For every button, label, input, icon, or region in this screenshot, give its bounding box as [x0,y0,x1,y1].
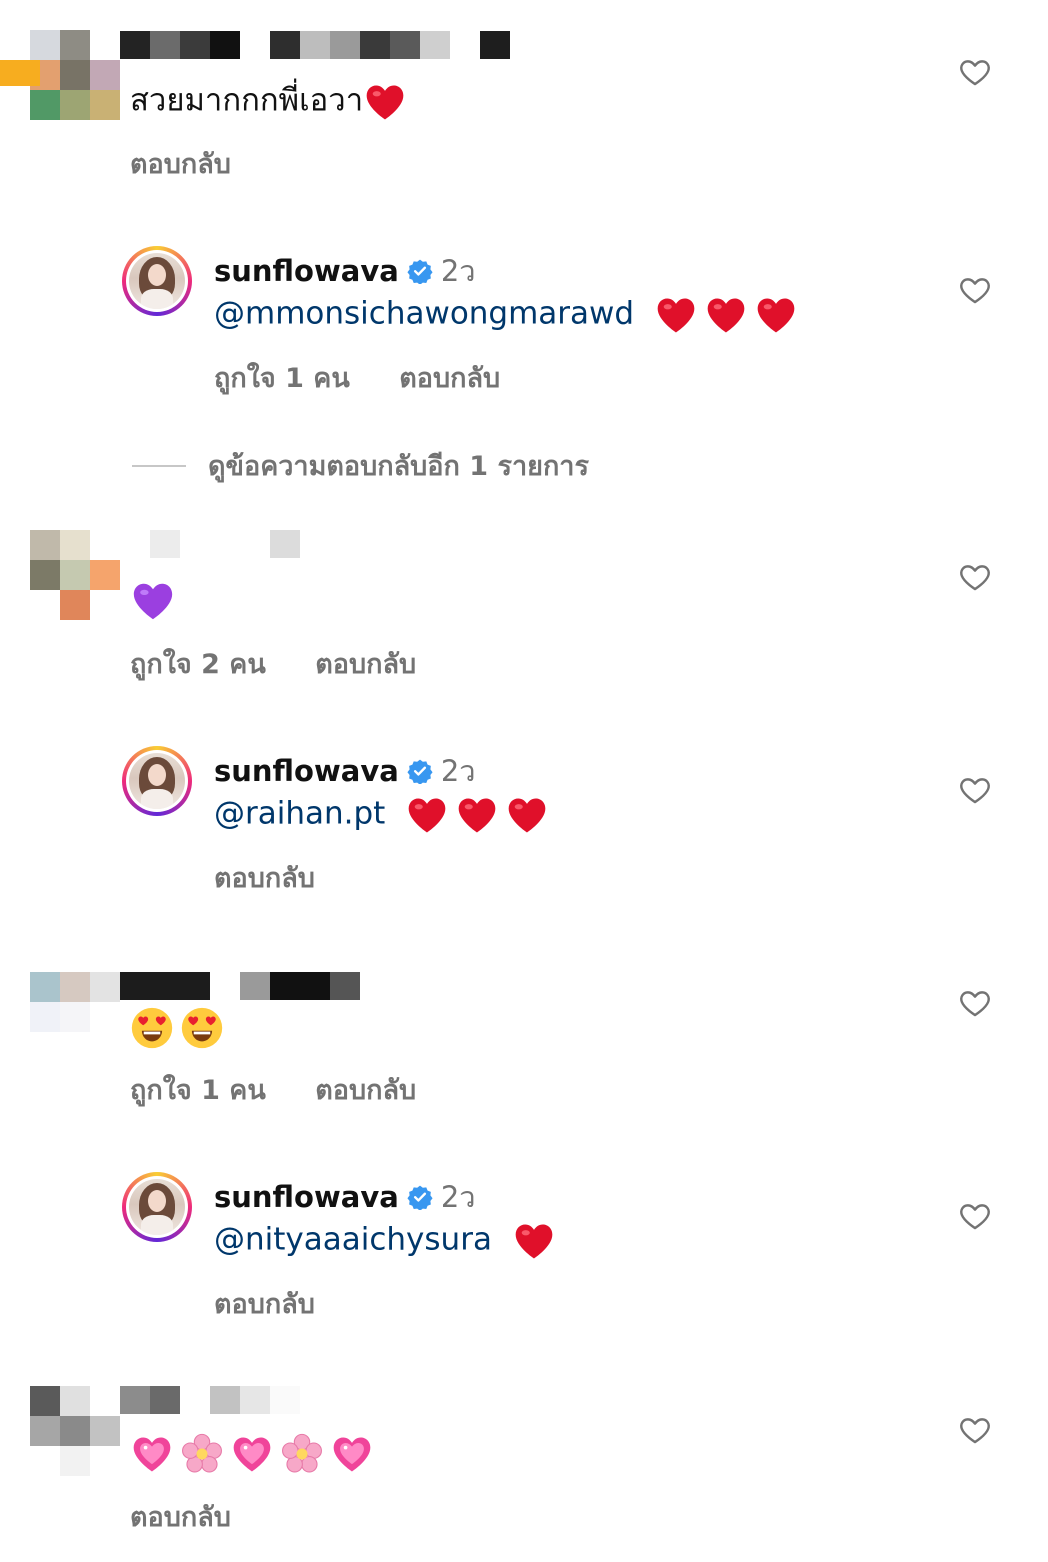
red-heart-emoji [505,793,549,837]
heart-eyes-emoji [180,1006,224,1050]
reply-avatar[interactable] [122,1172,192,1242]
red-heart-emoji [363,80,407,124]
purple-heart-emoji [130,578,176,624]
reply-button[interactable]: ตอบกลับ [315,649,416,680]
reply-button[interactable]: ตอบกลับ [214,863,315,894]
comment-meta: ถูกใจ 1 คน ตอบกลับ [130,1068,456,1111]
comment-text-body: สวยมากกกพี่เอวา [130,82,364,119]
reply-time: 2ว [440,754,476,788]
red-heart-emoji [704,293,748,337]
reply-button[interactable]: ตอบกลับ [214,1289,315,1320]
reply-text: @raihan.pt [214,793,555,837]
story-ring-fragment [0,60,40,86]
divider-line [132,464,186,467]
red-heart-emoji [754,293,798,337]
reply-button[interactable]: ตอบกลับ [130,1502,231,1533]
cherry-blossom-emoji [180,1432,224,1476]
comment-meta: ถูกใจ 2 คน ตอบกลับ [130,642,456,685]
red-heart-emoji [512,1219,556,1263]
reply-button[interactable]: ตอบกลับ [130,149,231,180]
reply-time: 2ว [440,1180,476,1214]
mention-link[interactable]: @nityaaaichysura [214,1222,492,1258]
reply-avatar[interactable] [122,746,192,816]
view-more-replies[interactable]: ดูข้อความตอบกลับอีก 1 รายการ [132,444,589,487]
reply-text: @mmonsichawongmarawd [214,293,804,337]
like-heart-icon[interactable] [958,1413,992,1447]
reply-meta: ถูกใจ 1 คน ตอบกลับ [214,356,540,399]
like-heart-icon[interactable] [958,773,992,807]
verified-badge-icon [407,1184,433,1210]
reply-meta: ตอบกลับ [214,856,355,899]
like-heart-icon[interactable] [958,1199,992,1233]
comment-text [130,1006,230,1050]
sparkling-heart-emoji [230,1432,274,1476]
reply-header: sunflowava 2ว [214,248,476,294]
reply-avatar[interactable] [122,246,192,316]
reply-username[interactable]: sunflowava [214,254,399,288]
red-heart-emoji [455,793,499,837]
comment-text: สวยมากกกพี่เอวา [130,80,413,124]
like-heart-icon[interactable] [958,273,992,307]
likes-count[interactable]: ถูกใจ 1 คน [130,1075,266,1106]
like-heart-icon[interactable] [958,560,992,594]
reply-button[interactable]: ตอบกลับ [399,363,500,394]
reply-header: sunflowava 2ว [214,1174,476,1220]
mention-link[interactable]: @mmonsichawongmarawd [214,296,634,332]
avatar[interactable] [30,1386,120,1476]
reply-meta: ตอบกลับ [214,1282,355,1325]
reply-text: @nityaaaichysura [214,1219,562,1263]
heart-eyes-emoji [130,1006,174,1050]
avatar[interactable] [30,972,120,1062]
redacted-username [150,530,300,558]
verified-badge-icon [407,758,433,784]
reply-username[interactable]: sunflowava [214,1180,399,1214]
comment-text [130,578,182,624]
reply-time: 2ว [440,254,476,288]
like-heart-icon[interactable] [958,55,992,89]
mention-link[interactable]: @raihan.pt [214,796,385,832]
cherry-blossom-emoji [280,1432,324,1476]
avatar[interactable] [30,530,120,620]
likes-count[interactable]: ถูกใจ 1 คน [214,363,350,394]
red-heart-emoji [405,793,449,837]
sparkling-heart-emoji [130,1432,174,1476]
verified-badge-icon [407,258,433,284]
red-heart-emoji [654,293,698,337]
reply-button[interactable]: ตอบกลับ [315,1075,416,1106]
comment-meta: ตอบกลับ [130,1495,271,1538]
avatar[interactable] [30,30,120,120]
redacted-username [120,972,360,1000]
sparkling-heart-emoji [330,1432,374,1476]
comment-meta: ตอบกลับ [130,142,271,185]
likes-count[interactable]: ถูกใจ 2 คน [130,649,266,680]
view-more-replies-label: ดูข้อความตอบกลับอีก 1 รายการ [208,451,589,482]
comment-text [130,1432,380,1476]
redacted-username [120,1386,300,1414]
reply-header: sunflowava 2ว [214,748,476,794]
redacted-username [120,31,510,59]
reply-username[interactable]: sunflowava [214,754,399,788]
like-heart-icon[interactable] [958,986,992,1020]
